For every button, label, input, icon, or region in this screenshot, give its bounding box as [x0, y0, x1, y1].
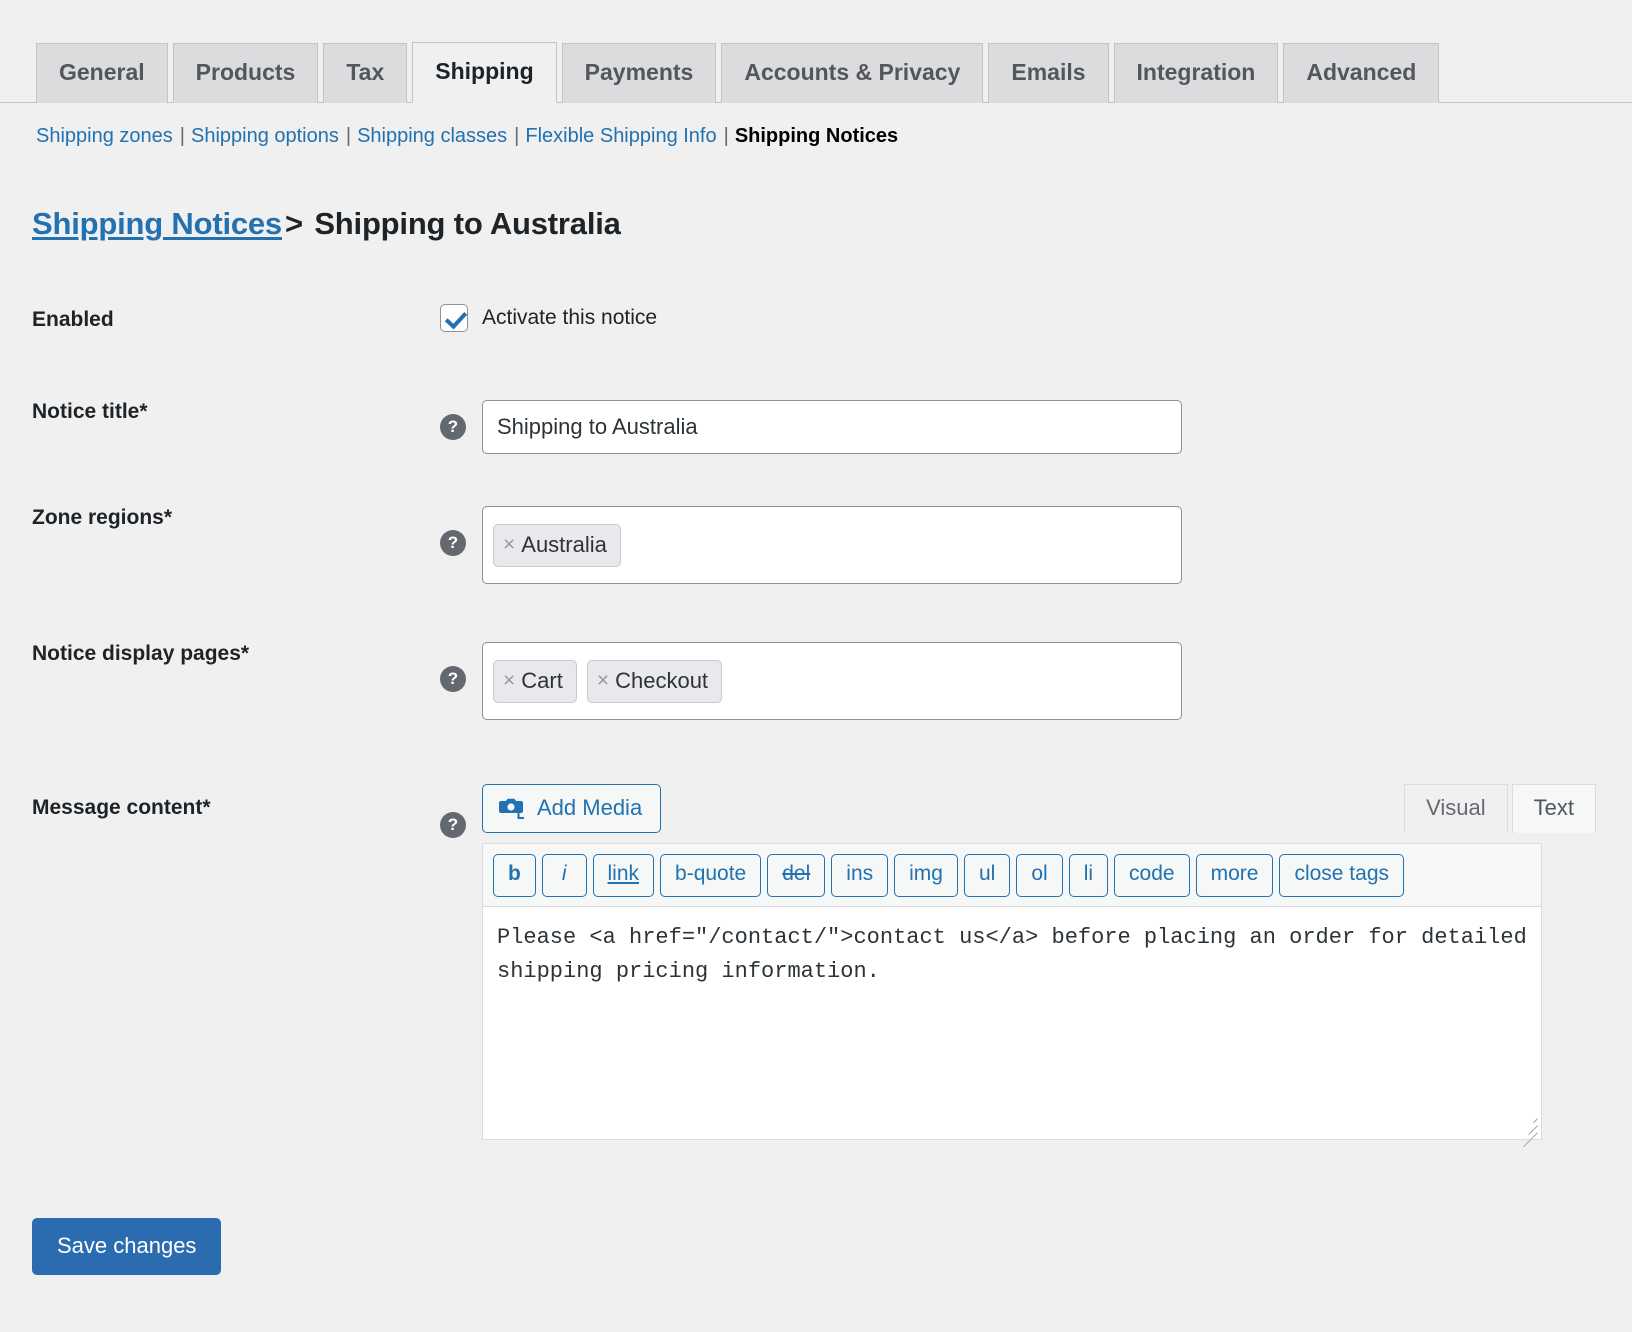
save-changes-button[interactable]: Save changes: [32, 1217, 222, 1276]
activate-notice-control[interactable]: Activate this notice: [440, 304, 1596, 332]
help-icon[interactable]: ?: [440, 666, 466, 692]
help-icon[interactable]: ?: [440, 812, 466, 838]
tag-chip[interactable]: × Australia: [493, 523, 621, 567]
help-icon[interactable]: ?: [440, 530, 466, 556]
quicktag-ol[interactable]: ol: [1016, 854, 1063, 897]
tab-payments[interactable]: Payments: [561, 43, 717, 103]
quicktag-img[interactable]: img: [894, 854, 958, 897]
row-notice-title: Notice title* ?: [0, 400, 1632, 454]
add-media-label: Add Media: [537, 795, 643, 820]
editor-body: [483, 906, 1541, 1147]
subnav-item-shipping-options[interactable]: Shipping options: [191, 125, 339, 148]
row-display-pages: Notice display pages* ? × Cart × Checkout: [0, 642, 1632, 720]
row-enabled: Enabled Activate this notice: [0, 304, 1632, 332]
row-zone-regions: Zone regions* ? × Australia: [0, 506, 1632, 584]
editor-header: Add Media Visual Text: [482, 784, 1596, 834]
subnav-separator: |: [179, 125, 185, 147]
tag-label: Australia: [521, 531, 607, 557]
quicktag-close-tags[interactable]: close tags: [1279, 854, 1405, 897]
editor-tab-text[interactable]: Text: [1511, 784, 1596, 834]
breadcrumb-current: Shipping to Australia: [314, 206, 621, 241]
quicktag-b-quote[interactable]: b-quote: [660, 854, 762, 897]
add-media-button[interactable]: Add Media: [482, 784, 662, 834]
shipping-subnav: Shipping zones | Shipping options | Shipping…: [0, 103, 1632, 148]
page-title: Shipping Notices> Shipping to Australia: [0, 148, 1632, 242]
tab-tax[interactable]: Tax: [323, 43, 408, 103]
subnav-item-shipping-classes[interactable]: Shipping classes: [357, 125, 507, 148]
remove-tag-icon[interactable]: ×: [503, 670, 515, 691]
subnav-item-shipping-zones[interactable]: Shipping zones: [36, 125, 173, 148]
tab-shipping[interactable]: Shipping: [412, 42, 557, 103]
subnav-separator: |: [345, 125, 352, 147]
quicktag-ul[interactable]: ul: [963, 854, 1011, 897]
activate-notice-label: Activate this notice: [482, 306, 658, 329]
notice-title-input[interactable]: [482, 400, 1182, 454]
editor-mode-tabs: Visual Text: [1404, 784, 1596, 834]
tab-accounts-privacy[interactable]: Accounts & Privacy: [721, 43, 984, 103]
tab-emails[interactable]: Emails: [988, 43, 1109, 103]
label-display-pages: Notice display pages*: [32, 642, 250, 665]
subnav-item-shipping-notices: Shipping Notices: [734, 125, 899, 147]
quicktag-code[interactable]: code: [1114, 854, 1190, 897]
subnav-separator: |: [514, 125, 520, 147]
settings-tab-bar: General Products Tax Shipping Payments Accoun…: [0, 0, 1632, 103]
media-icon: [499, 796, 525, 820]
breadcrumb-separator: >: [284, 206, 303, 241]
quicktag-more[interactable]: more: [1195, 854, 1274, 897]
remove-tag-icon[interactable]: ×: [597, 670, 609, 691]
editor-tab-visual[interactable]: Visual: [1404, 784, 1508, 834]
tag-label: Cart: [521, 667, 563, 693]
tab-general[interactable]: General: [36, 43, 168, 103]
quicktag-b[interactable]: b: [493, 854, 536, 897]
notice-settings-form: Enabled Activate this notice Notice titl…: [0, 304, 1632, 1147]
tab-integration[interactable]: Integration: [1113, 43, 1279, 103]
remove-tag-icon[interactable]: ×: [503, 534, 515, 555]
label-notice-title: Notice title*: [32, 400, 148, 423]
quicktag-li[interactable]: li: [1068, 854, 1109, 897]
tag-chip[interactable]: × Cart: [493, 659, 577, 703]
resize-handle-icon[interactable]: [1516, 1114, 1538, 1147]
quicktag-i[interactable]: i: [541, 854, 587, 897]
breadcrumb-parent-link[interactable]: Shipping Notices: [32, 206, 282, 241]
label-message-content: Message content*: [32, 796, 211, 819]
tag-label: Checkout: [615, 667, 709, 693]
help-icon[interactable]: ?: [440, 414, 466, 440]
quicktags-toolbar: b i link b-quote del ins img ul ol li code more clos…: [483, 844, 1541, 907]
editor-container: b i link b-quote del ins img ul ol li code more clos…: [482, 843, 1542, 1147]
submit-area: Save changes: [0, 1156, 1632, 1276]
label-enabled: Enabled: [32, 308, 114, 331]
display-pages-select[interactable]: × Cart × Checkout: [482, 642, 1182, 720]
label-zone-regions: Zone regions*: [32, 506, 173, 529]
subnav-separator: |: [723, 125, 729, 147]
message-content-textarea[interactable]: [483, 906, 1541, 1139]
row-message-content: Message content* ? Add Media Visual Text…: [0, 784, 1632, 1147]
subnav-item-flexible-shipping-info[interactable]: Flexible Shipping Info: [525, 125, 716, 148]
quicktag-del[interactable]: del: [767, 854, 826, 897]
quicktag-link[interactable]: link: [592, 854, 655, 897]
activate-notice-checkbox[interactable]: [440, 304, 468, 332]
tab-advanced[interactable]: Advanced: [1283, 43, 1440, 103]
tag-chip[interactable]: × Checkout: [586, 659, 723, 703]
tab-products[interactable]: Products: [172, 43, 319, 103]
quicktag-ins[interactable]: ins: [831, 854, 889, 897]
zone-regions-select[interactable]: × Australia: [482, 506, 1182, 584]
